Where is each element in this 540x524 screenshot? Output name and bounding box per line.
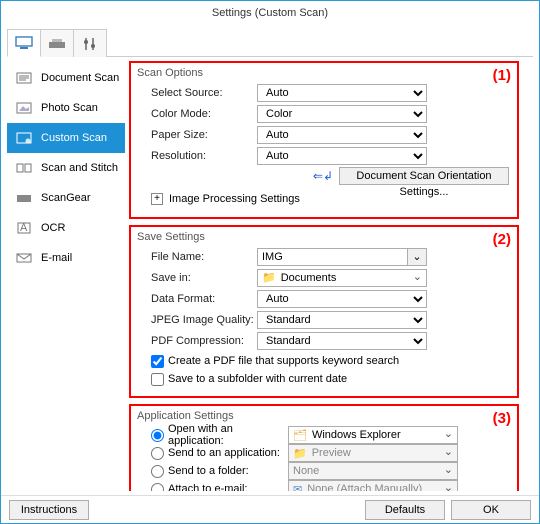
sidebar-item-label: OCR — [41, 222, 65, 234]
select-source-dropdown[interactable]: Auto — [257, 84, 427, 102]
send-to-app-dropdown[interactable]: 📁 Preview — [288, 444, 458, 462]
orientation-settings-button[interactable]: Document Scan Orientation Settings... — [339, 167, 509, 185]
file-name-input[interactable] — [257, 248, 407, 266]
section-number: (2) — [493, 231, 511, 248]
tab-scanfrom-panel[interactable] — [40, 29, 74, 57]
link-arrow-icon: ⇐↲ — [313, 169, 333, 183]
sidebar-item-label: Custom Scan — [41, 132, 107, 144]
sidebar-item-label: E-mail — [41, 252, 72, 264]
scangear-icon — [15, 191, 33, 205]
sidebar-item-scangear[interactable]: ScanGear — [7, 183, 125, 213]
sidebar-item-scan-stitch[interactable]: Scan and Stitch — [7, 153, 125, 183]
sliders-icon — [82, 37, 98, 51]
instructions-button[interactable]: Instructions — [9, 500, 89, 520]
ok-button[interactable]: OK — [451, 500, 531, 520]
send-to-app-value: Preview — [312, 447, 351, 459]
attach-email-value: None (Attach Manually) — [307, 483, 422, 491]
paper-size-dropdown[interactable]: Auto — [257, 126, 427, 144]
section-number: (3) — [493, 410, 511, 427]
subfolder-label: Save to a subfolder with current date — [168, 373, 347, 385]
save-in-dropdown[interactable]: 📁 Documents — [257, 269, 427, 287]
file-name-label: File Name: — [137, 251, 257, 263]
save-in-value: Documents — [281, 272, 337, 284]
tab-general[interactable] — [73, 29, 107, 57]
monitor-icon — [14, 36, 34, 50]
sidebar-item-email[interactable]: E-mail — [7, 243, 125, 273]
send-to-folder-radio[interactable] — [151, 465, 164, 478]
image-processing-expander[interactable]: + Image Processing Settings — [137, 189, 511, 209]
folder-icon: 📁 — [262, 271, 276, 284]
plus-icon: + — [151, 193, 163, 205]
settings-window: Settings (Custom Scan) Document Scan — [0, 0, 540, 524]
resolution-dropdown[interactable]: Auto — [257, 147, 427, 165]
sidebar-item-label: ScanGear — [41, 192, 91, 204]
sidebar-item-ocr[interactable]: A OCR — [7, 213, 125, 243]
send-to-folder-dropdown[interactable]: None — [288, 462, 458, 480]
send-to-app-label: Send to an application: — [168, 447, 284, 459]
svg-text:A: A — [20, 222, 28, 234]
data-format-dropdown[interactable]: Auto — [257, 290, 427, 308]
pdf-compression-label: PDF Compression: — [137, 335, 257, 347]
sidebar-item-document-scan[interactable]: Document Scan — [7, 63, 125, 93]
image-processing-label: Image Processing Settings — [169, 193, 300, 205]
open-with-value: Windows Explorer — [312, 429, 401, 441]
scan-options-section: (1) Scan Options Select Source: Auto Col… — [129, 61, 519, 219]
open-with-dropdown[interactable]: 🗂 Windows Explorer — [288, 426, 458, 444]
tab-row — [7, 29, 533, 57]
sidebar-item-label: Photo Scan — [41, 102, 98, 114]
section-title: Application Settings — [137, 410, 511, 422]
attach-email-radio[interactable] — [151, 483, 164, 492]
scanner-icon — [47, 37, 67, 51]
resolution-label: Resolution: — [137, 150, 257, 162]
pdf-compression-dropdown[interactable]: Standard — [257, 332, 427, 350]
open-with-radio[interactable] — [151, 429, 164, 442]
defaults-button[interactable]: Defaults — [365, 500, 445, 520]
stitch-icon — [15, 161, 33, 175]
color-mode-label: Color Mode: — [137, 108, 257, 120]
ocr-icon: A — [15, 221, 33, 235]
folder-icon: 📁 — [293, 447, 307, 460]
section-title: Scan Options — [137, 67, 511, 79]
send-to-app-radio[interactable] — [151, 447, 164, 460]
tab-scanfrom-computer[interactable] — [7, 29, 41, 57]
photo-icon — [15, 101, 33, 115]
mail-icon: ✉ — [293, 483, 302, 492]
jpeg-quality-dropdown[interactable]: Standard — [257, 311, 427, 329]
send-to-folder-value: None — [293, 465, 319, 477]
keyword-search-checkbox[interactable] — [151, 355, 164, 368]
sidebar: Document Scan Photo Scan Custom Scan Sca… — [7, 57, 125, 491]
sidebar-item-label: Document Scan — [41, 72, 119, 84]
jpeg-quality-label: JPEG Image Quality: — [137, 314, 257, 326]
document-icon — [15, 71, 33, 85]
keyword-search-label: Create a PDF file that supports keyword … — [168, 355, 399, 367]
paper-size-label: Paper Size: — [137, 129, 257, 141]
attach-email-dropdown[interactable]: ✉ None (Attach Manually) — [288, 480, 458, 491]
attach-email-label: Attach to e-mail: — [168, 483, 284, 491]
open-with-label: Open with an application: — [168, 423, 284, 447]
save-settings-section: (2) Save Settings File Name: ⌄ Save in: — [129, 225, 519, 398]
send-to-folder-label: Send to a folder: — [168, 465, 284, 477]
content-pane: (1) Scan Options Select Source: Auto Col… — [125, 57, 533, 491]
color-mode-dropdown[interactable]: Color — [257, 105, 427, 123]
section-number: (1) — [493, 67, 511, 84]
subfolder-checkbox[interactable] — [151, 373, 164, 386]
email-icon — [15, 251, 33, 265]
custom-icon — [15, 131, 33, 145]
save-in-label: Save in: — [137, 272, 257, 284]
data-format-label: Data Format: — [137, 293, 257, 305]
section-title: Save Settings — [137, 231, 511, 243]
file-name-dropdown-button[interactable]: ⌄ — [407, 248, 427, 266]
select-source-label: Select Source: — [137, 87, 257, 99]
sidebar-item-photo-scan[interactable]: Photo Scan — [7, 93, 125, 123]
sidebar-item-custom-scan[interactable]: Custom Scan — [7, 123, 125, 153]
titlebar: Settings (Custom Scan) — [1, 1, 539, 25]
application-settings-section: (3) Application Settings Open with an ap… — [129, 404, 519, 491]
footer: Instructions Defaults OK — [1, 495, 539, 523]
sidebar-item-label: Scan and Stitch — [41, 162, 118, 174]
explorer-icon: 🗂 — [293, 429, 307, 442]
window-title: Settings (Custom Scan) — [212, 7, 328, 19]
